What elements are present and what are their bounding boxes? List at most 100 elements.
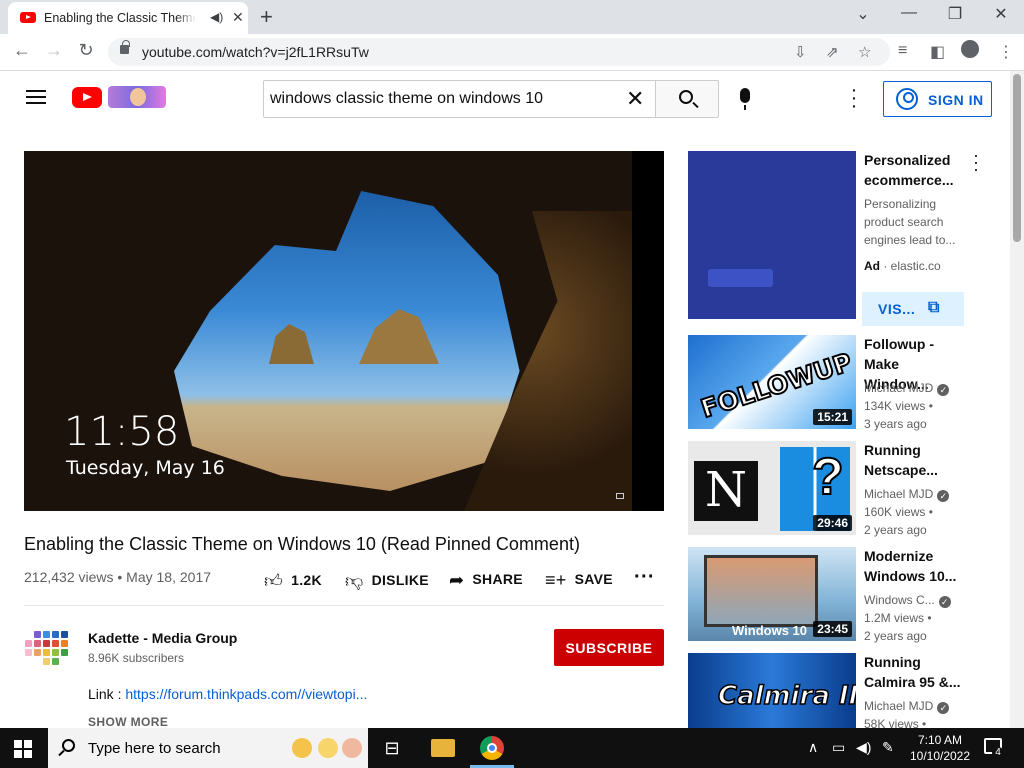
save-button[interactable]: ≡+ SAVE	[545, 570, 613, 591]
task-view-icon[interactable]: ⊟	[380, 736, 404, 760]
verified-check-icon: ✓	[938, 596, 951, 608]
sign-in-button[interactable]: SIGN IN	[883, 81, 992, 117]
search-highlight-emoji-icon[interactable]	[342, 738, 362, 758]
share-button[interactable]: ➦ SHARE	[449, 570, 523, 591]
show-more-button[interactable]: SHOW MORE	[88, 715, 168, 729]
visit-site-button[interactable]: VIS... ⧉	[862, 292, 964, 326]
file-explorer-icon[interactable]	[431, 739, 455, 757]
back-button[interactable]: ←	[10, 40, 34, 61]
video-thumbnail[interactable]: FOLLOWUP 15:21	[688, 335, 856, 429]
video-thumbnail[interactable]: Windows 10 23:45	[688, 547, 856, 641]
microphone-icon[interactable]	[740, 88, 750, 110]
ad-domain: · elastic.co	[883, 259, 941, 273]
browser-tab[interactable]: Enabling the Classic Theme o ◀) ✕	[8, 2, 248, 34]
address-bar[interactable]: youtube.com/watch?v=j2fL1RRsuTw ⇩ ⇗ ☆	[108, 38, 890, 66]
close-window-button[interactable]: ✕	[986, 4, 1016, 24]
maximize-button[interactable]: ❐	[940, 4, 970, 24]
share-page-icon[interactable]: ⇗	[826, 43, 839, 61]
youtube-favicon-icon	[20, 12, 36, 23]
reload-button[interactable]: ↻	[74, 40, 98, 61]
subscribe-button[interactable]: SUBSCRIBE	[554, 629, 664, 666]
install-app-icon[interactable]: ⇩	[794, 43, 807, 61]
tab-search-icon[interactable]: ⌄	[848, 4, 878, 24]
video-channel[interactable]: Michael MJD ✓	[864, 699, 950, 714]
minimize-button[interactable]: —	[894, 4, 924, 22]
search-input[interactable]	[263, 80, 656, 118]
windows-start-icon[interactable]	[14, 740, 32, 758]
taskbar-search-box[interactable]: Type here to search	[48, 728, 368, 768]
youtube-doodle-logo[interactable]	[108, 86, 166, 108]
page-scrollbar-thumb[interactable]	[1013, 74, 1021, 242]
video-channel[interactable]: Windows C... ✓	[864, 593, 951, 608]
video-thumbnail[interactable]: Calmira II	[688, 653, 856, 728]
side-panel-icon[interactable]: ◧	[930, 42, 945, 62]
new-tab-button[interactable]: +	[260, 4, 273, 30]
tab-title: Enabling the Classic Theme o	[44, 11, 196, 25]
ad-title[interactable]: Personalized ecommerce...	[864, 150, 964, 190]
video-age: 2 years ago	[864, 629, 927, 643]
video-channel[interactable]: Michael MJD ✓	[864, 381, 950, 396]
pen-icon[interactable]: ✎	[882, 739, 894, 756]
search-highlight-emoji-icon[interactable]	[318, 738, 338, 758]
account-icon	[896, 88, 918, 110]
forward-button[interactable]: →	[42, 40, 66, 61]
video-views: 134K views •	[864, 399, 933, 413]
external-link-icon: ⧉	[928, 299, 940, 316]
chrome-menu-icon[interactable]: ⋮	[998, 42, 1014, 62]
search-icon	[62, 739, 75, 752]
audio-playing-icon[interactable]: ◀)	[210, 10, 223, 24]
like-button[interactable]: 👍︎ 1.2K	[264, 570, 322, 592]
thumbnail-text: Calmira II	[717, 680, 856, 712]
channel-subscriber-count: 8.96K subscribers	[88, 651, 185, 665]
description-link-prefix: Link :	[88, 686, 126, 702]
video-duration: 15:21	[813, 409, 852, 425]
video-title: Enabling the Classic Theme on Windows 10…	[24, 534, 580, 554]
channel-avatar[interactable]	[24, 631, 72, 665]
video-title-link[interactable]: Running Netscape...	[864, 440, 964, 480]
show-hidden-icons-icon[interactable]: ∧	[808, 739, 818, 756]
address-url: youtube.com/watch?v=j2fL1RRsuTw	[142, 44, 369, 60]
network-icon[interactable]: ▭	[832, 739, 845, 756]
verified-check-icon: ✓	[937, 702, 950, 714]
video-title-link[interactable]: Running Calmira 95 &...	[864, 652, 964, 692]
video-title-link[interactable]: Modernize Windows 10...	[864, 546, 964, 586]
taskbar-clock[interactable]: 7:10 AM 10/10/2022	[908, 732, 972, 764]
hamburger-menu-icon[interactable]	[26, 89, 46, 105]
browser-toolbar: ← → ↻ youtube.com/watch?v=j2fL1RRsuTw ⇩ …	[0, 34, 1024, 71]
share-arrow-icon: ➦	[449, 570, 465, 590]
description-link[interactable]: https://forum.thinkpads.com//viewtopi...	[125, 686, 367, 702]
video-more-icon[interactable]: ···	[634, 566, 655, 589]
cave-opening-scene	[174, 191, 520, 491]
thumbnail-text: N	[694, 461, 758, 521]
chrome-taskbar-icon[interactable]	[480, 736, 504, 760]
search-icon	[679, 90, 693, 104]
dislike-button[interactable]: 👎︎ DISLIKE	[345, 570, 429, 592]
thumbnail-text: Windows 10	[732, 623, 808, 638]
ad-sponsor: Ad · elastic.co	[864, 259, 941, 273]
video-views: 58K views •	[864, 717, 927, 728]
bookmark-star-icon[interactable]: ☆	[858, 43, 871, 61]
video-thumbnail[interactable]: N ? 29:46	[688, 441, 856, 535]
channel-name[interactable]: Kadette - Media Group	[88, 630, 237, 646]
ad-more-icon[interactable]: · · ·	[972, 146, 980, 178]
media-control-icon[interactable]: ≡	[898, 42, 907, 60]
youtube-logo[interactable]	[72, 87, 102, 108]
ad-thumbnail[interactable]	[688, 151, 856, 319]
add-to-playlist-icon: ≡+	[545, 570, 567, 590]
lock-icon[interactable]	[120, 40, 130, 54]
search-highlight-emoji-icon[interactable]	[292, 738, 312, 758]
video-player[interactable]: 11:58 Tuesday, May 16	[24, 151, 664, 511]
thumbs-down-icon: 👎︎	[345, 571, 364, 591]
network-icon	[616, 493, 624, 499]
volume-icon[interactable]: ◀)	[856, 739, 871, 756]
close-tab-icon[interactable]: ✕	[232, 9, 244, 26]
clear-search-icon[interactable]: ✕	[626, 86, 644, 112]
video-channel[interactable]: Michael MJD ✓	[864, 487, 950, 502]
visit-label: VIS...	[878, 301, 916, 317]
description-line: Link : https://forum.thinkpads.com//view…	[88, 686, 367, 702]
profile-avatar-icon[interactable]	[961, 40, 979, 58]
ad-description-line: engines lead to...	[864, 233, 956, 247]
search-button[interactable]	[655, 80, 719, 118]
taskbar-time: 7:10 AM	[917, 733, 963, 747]
more-options-icon[interactable]: · · ·	[848, 80, 860, 116]
